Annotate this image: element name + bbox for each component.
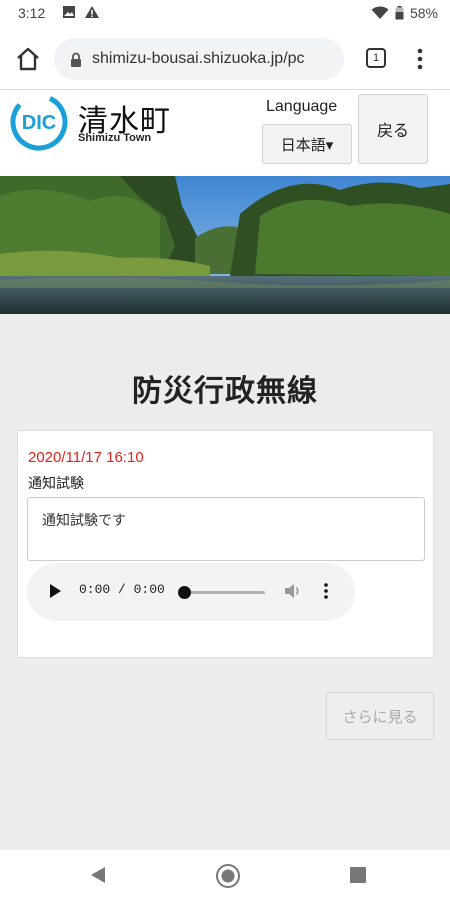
see-more-button[interactable]: さらに見る	[326, 692, 434, 740]
town-logo[interactable]: DIC 清水町 Shimizu Town	[8, 92, 188, 152]
tab-switcher-button[interactable]: 1	[366, 48, 386, 68]
town-emblem-icon: DIC	[10, 93, 68, 151]
audio-progress-track[interactable]	[185, 591, 265, 594]
svg-text:DIC: DIC	[22, 112, 56, 134]
wifi-icon	[371, 6, 389, 19]
notice-message: 通知試験です	[27, 497, 425, 561]
lock-icon	[71, 52, 81, 67]
audio-progress-knob[interactable]	[178, 586, 191, 599]
audio-time: 0:00 / 0:00	[79, 582, 165, 597]
audio-player: 0:00 / 0:00	[27, 563, 355, 621]
language-label: Language	[266, 98, 338, 115]
volume-icon[interactable]	[284, 583, 302, 599]
page-title: 防災行政無線	[132, 374, 318, 409]
hero-image	[0, 176, 450, 314]
notice-subject: 通知試験	[28, 476, 84, 492]
battery-icon	[395, 6, 404, 20]
browser-toolbar: shimizu-bousai.shizuoka.jp/pc 1	[0, 28, 450, 90]
nav-back-icon[interactable]	[90, 866, 106, 884]
status-time: 3:12	[18, 5, 46, 21]
audio-more-icon[interactable]	[323, 582, 329, 600]
back-button[interactable]: 戻る	[358, 94, 428, 164]
status-bar: 3:12 58%	[0, 0, 450, 28]
nav-home-icon[interactable]	[215, 863, 241, 889]
play-icon[interactable]	[49, 584, 61, 598]
home-icon[interactable]	[14, 45, 42, 73]
language-select[interactable]: 日本語▾	[262, 124, 352, 164]
notice-datetime: 2020/11/17 16:10	[28, 449, 144, 466]
warning-icon	[85, 6, 99, 18]
image-icon	[63, 6, 75, 18]
nav-recents-icon[interactable]	[350, 867, 366, 883]
url-text: shimizu-bousai.shizuoka.jp/pc	[92, 50, 305, 67]
logo-roman: Shimizu Town	[78, 132, 152, 144]
battery-percent: 58%	[409, 5, 438, 21]
url-bar[interactable]: shimizu-bousai.shizuoka.jp/pc	[54, 38, 344, 80]
site-header: DIC 清水町 Shimizu Town Language 日本語▾ 戻る	[0, 90, 450, 176]
more-vert-icon[interactable]	[410, 46, 430, 72]
screen: 3:12 58% shimizu-bousai.shizuoka.jp/pc 1	[0, 0, 450, 900]
system-nav-bar	[0, 850, 450, 900]
notice-card: 2020/11/17 16:10 通知試験 通知試験です 0:00 / 0:00	[17, 430, 434, 658]
